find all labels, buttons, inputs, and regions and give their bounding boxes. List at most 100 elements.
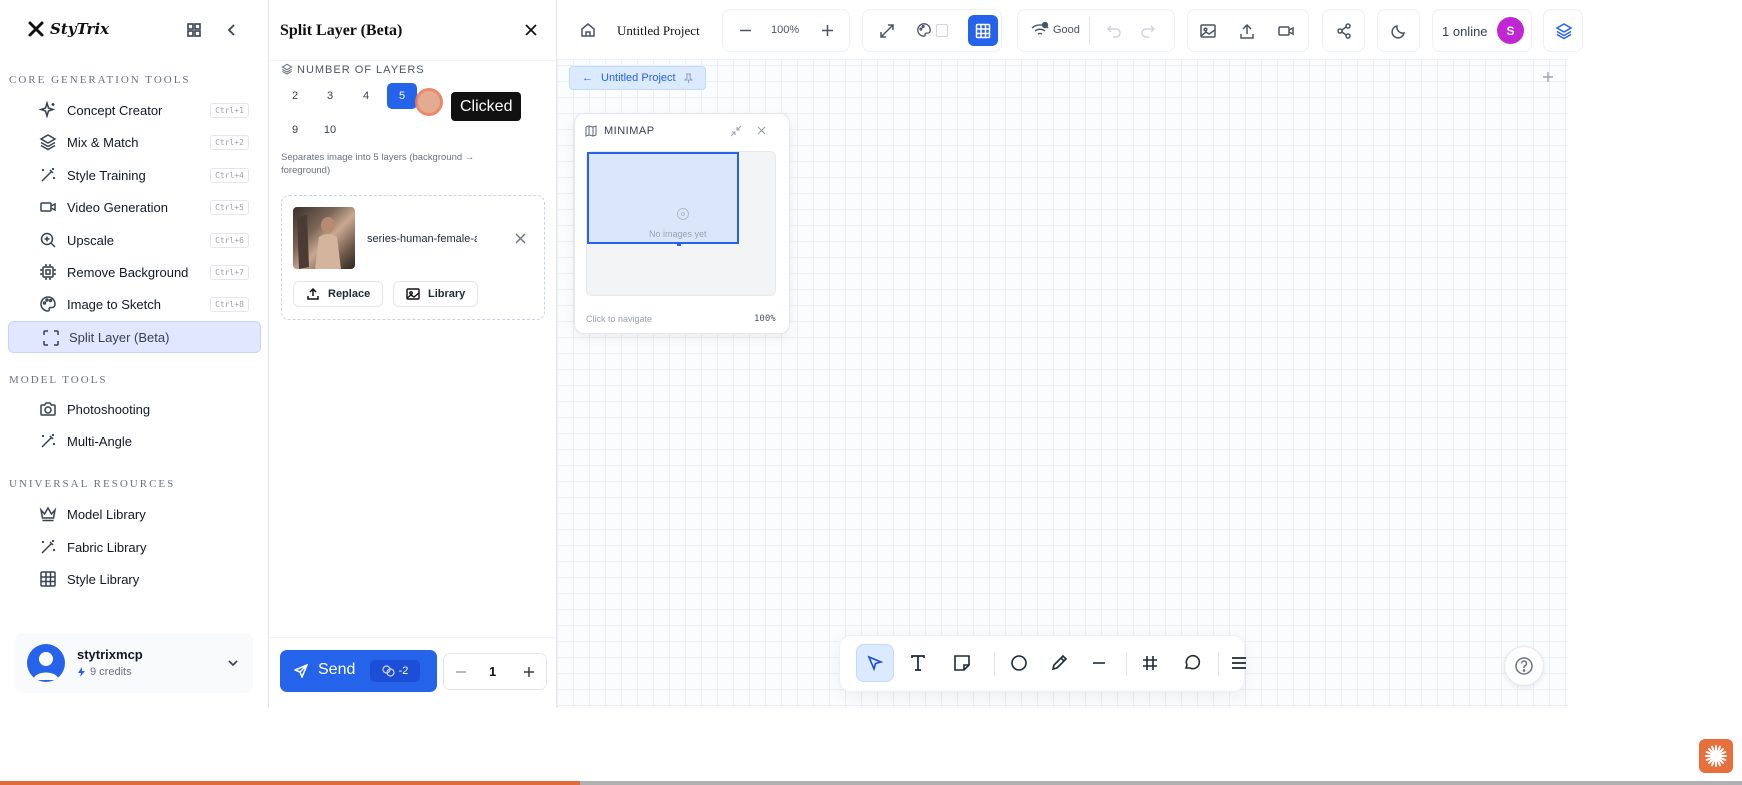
home-icon[interactable] (579, 21, 597, 39)
layer-option-9[interactable]: 9 (280, 117, 310, 143)
collapse-sidebar-icon[interactable] (224, 22, 240, 38)
note-tool-button[interactable] (943, 644, 981, 682)
shortcut-badge: Ctrl+2 (210, 135, 249, 150)
upload-icon[interactable] (1238, 22, 1256, 40)
pen-tool-button[interactable] (1040, 644, 1078, 682)
sidebar-item-remove-background[interactable]: Remove Background Ctrl+7 (8, 257, 261, 287)
user-name: stytrixmcp (77, 647, 143, 662)
close-icon[interactable] (524, 23, 538, 37)
resize-handle[interactable] (677, 242, 681, 246)
brand-logo[interactable]: StyTrix (28, 20, 109, 38)
sidebar-item-label: Split Layer (Beta) (69, 329, 170, 345)
video-icon[interactable] (1277, 22, 1295, 40)
cost-badge: -2 (370, 660, 420, 682)
coins-icon (382, 665, 395, 677)
zoom-in-icon[interactable] (821, 24, 834, 37)
section-title-model: MODEL TOOLS (9, 374, 108, 386)
sidebar-item-image-to-sketch[interactable]: Image to Sketch Ctrl+8 (8, 289, 261, 319)
library-button[interactable]: Library (393, 281, 479, 307)
ellipse-tool-button[interactable] (1000, 644, 1038, 682)
layers-icon[interactable] (1555, 22, 1573, 40)
assistant-fab[interactable] (1699, 739, 1733, 773)
layers-icon (281, 63, 293, 75)
sidebar-item-fabric-library[interactable]: Fabric Library (8, 532, 261, 562)
replace-label: Replace (328, 288, 371, 300)
menu-button[interactable] (1203, 644, 1246, 682)
sidebar-item-model-library[interactable]: Model Library (8, 499, 261, 529)
map-icon (585, 125, 597, 137)
redo-icon[interactable] (1140, 23, 1156, 39)
sidebar-item-label: Multi-Angle (67, 433, 133, 449)
online-count: 1 online (1442, 24, 1488, 39)
credits-text: 9 credits (90, 666, 132, 678)
sidebar-item-label: Style Library (67, 571, 140, 587)
replace-button[interactable]: Replace (293, 281, 384, 307)
shortcut-badge: Ctrl+4 (210, 168, 249, 183)
color-swatch[interactable] (936, 24, 948, 37)
select-tool-button[interactable] (856, 644, 894, 682)
circle-icon (1010, 654, 1028, 672)
share-icon[interactable] (1335, 22, 1353, 40)
chevron-down-icon[interactable] (227, 657, 239, 669)
layer-option-5[interactable]: 5 (387, 83, 417, 109)
zoom-out-icon[interactable] (739, 24, 752, 37)
image-icon[interactable] (1199, 22, 1217, 40)
line-icon (1090, 654, 1108, 672)
panel-title: Split Layer (Beta) (280, 22, 403, 39)
plus-icon[interactable] (523, 666, 535, 678)
layer-option-3[interactable]: 3 (315, 83, 345, 109)
pin-icon[interactable] (683, 73, 693, 83)
text-tool-button[interactable] (899, 644, 937, 682)
palette-icon[interactable] (916, 22, 934, 40)
upload-icon (306, 287, 320, 301)
grid-toggle-button[interactable] (968, 15, 998, 46)
upload-dropzone[interactable]: series-human-female-a... Replace Library (281, 195, 545, 320)
send-button[interactable]: Send -2 (280, 650, 437, 692)
user-card[interactable]: stytrixmcp 9 credits (15, 633, 253, 693)
shortcut-badge: Ctrl+6 (210, 233, 249, 248)
sidebar-item-photoshooting[interactable]: Photoshooting (8, 394, 261, 424)
minimap-hint: Click to navigate (586, 314, 653, 324)
collapse-icon[interactable] (730, 125, 742, 137)
minus-icon[interactable] (455, 666, 467, 678)
sidebar-item-upscale[interactable]: Upscale Ctrl+6 (8, 225, 261, 255)
add-tab-icon[interactable] (1542, 71, 1554, 83)
layer-option-4[interactable]: 4 (351, 83, 381, 109)
project-name[interactable]: Untitled Project (617, 23, 700, 39)
frame-tool-button[interactable] (1131, 644, 1169, 682)
zoom-group: 100% (722, 9, 850, 52)
quantity-stepper[interactable]: 1 (443, 653, 547, 690)
sidebar-item-concept-creator[interactable]: Concept Creator Ctrl+1 (8, 95, 261, 125)
layer-option-10[interactable]: 10 (315, 117, 345, 143)
connection-status: Good (1053, 24, 1080, 36)
layer-option-2[interactable]: 2 (280, 83, 310, 109)
sidebar-item-multi-angle[interactable]: Multi-Angle (8, 426, 261, 456)
magic-wand-icon (39, 166, 57, 184)
grid-icon (975, 23, 991, 39)
line-tool-button[interactable] (1080, 644, 1118, 682)
grid-view-icon[interactable] (186, 22, 202, 38)
minimap-viewport-area[interactable]: No images yet (586, 151, 776, 296)
sidebar-item-style-library[interactable]: Style Library (8, 564, 261, 594)
sidebar-item-video-generation[interactable]: Video Generation Ctrl+5 (8, 192, 261, 222)
avatar[interactable]: S (1497, 17, 1524, 44)
breadcrumb[interactable]: ← Untitled Project (569, 66, 706, 90)
breadcrumb-label: Untitled Project (601, 72, 676, 84)
remove-file-icon[interactable] (515, 233, 526, 244)
grid-icon (39, 570, 57, 588)
theme-group (1377, 9, 1420, 52)
undo-icon[interactable] (1106, 23, 1122, 39)
canvas[interactable]: Untitled Project 100% Good 1 online S ← … (557, 0, 1583, 708)
sidebar-item-split-layer[interactable]: Split Layer (Beta) (8, 321, 261, 353)
layers-label: NUMBER OF LAYERS (297, 64, 425, 76)
sidebar-item-style-training[interactable]: Style Training Ctrl+4 (8, 160, 261, 190)
fit-screen-icon[interactable] (878, 22, 896, 40)
minimap[interactable]: MINIMAP No images yet Click to navigate … (574, 113, 790, 334)
section-title-resources: UNIVERSAL RESOURCES (9, 478, 176, 490)
sidebar-item-mix-match[interactable]: Mix & Match Ctrl+2 (8, 127, 261, 157)
moon-icon[interactable] (1390, 22, 1408, 40)
file-name: series-human-female-a... (367, 233, 477, 245)
help-button[interactable] (1504, 646, 1544, 686)
cursor-icon (866, 654, 884, 672)
close-icon[interactable] (756, 125, 767, 136)
